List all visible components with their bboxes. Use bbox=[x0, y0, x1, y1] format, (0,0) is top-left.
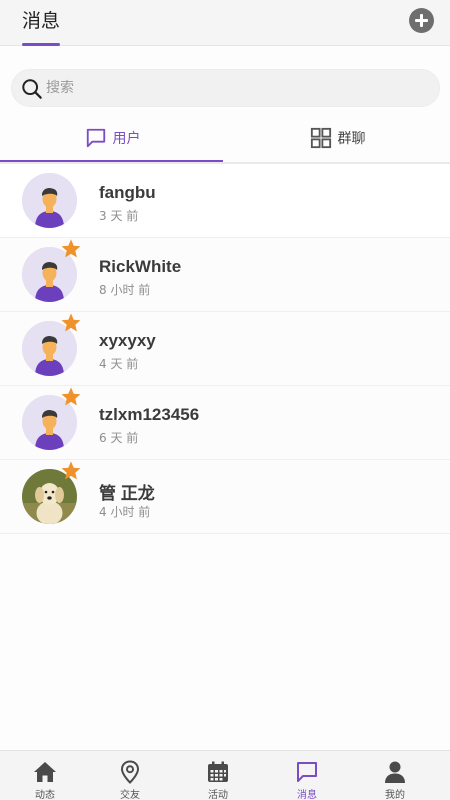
list-item[interactable]: fangbu 3 天 前 bbox=[0, 164, 450, 238]
nav-item-messages[interactable]: 消息 bbox=[262, 751, 352, 800]
list-item[interactable]: tzlxm123456 6 天 前 bbox=[0, 386, 450, 460]
tab-groups[interactable]: 群聊 bbox=[225, 114, 450, 162]
last-active-time: 3 天 前 bbox=[99, 209, 139, 223]
tab-users-label: 用户 bbox=[112, 131, 141, 147]
contact-name: RickWhite bbox=[99, 257, 182, 276]
search-input[interactable] bbox=[46, 70, 426, 106]
list-item[interactable]: 管 正龙 4 小时 前 bbox=[0, 460, 450, 534]
avatar bbox=[22, 173, 77, 228]
search-bar[interactable] bbox=[11, 69, 440, 107]
star-icon bbox=[61, 239, 81, 258]
contact-name: fangbu bbox=[99, 183, 156, 202]
calendar-icon bbox=[208, 761, 228, 782]
contact-name: 管 正龙 bbox=[99, 484, 155, 503]
home-icon bbox=[34, 762, 56, 782]
search-icon bbox=[22, 79, 42, 99]
location-pin-icon bbox=[120, 760, 140, 784]
nav-label: 活动 bbox=[208, 790, 228, 800]
nav-item-activities[interactable]: 活动 bbox=[173, 751, 263, 800]
list-item[interactable]: RickWhite 8 小时 前 bbox=[0, 238, 450, 312]
grid-icon bbox=[310, 127, 331, 149]
person-icon bbox=[385, 761, 405, 783]
contact-name: xyxyxy bbox=[99, 331, 156, 350]
last-active-time: 6 天 前 bbox=[99, 431, 139, 445]
nav-label: 消息 bbox=[297, 790, 317, 800]
nav-item-feed[interactable]: 动态 bbox=[0, 751, 90, 800]
last-active-time: 4 小时 前 bbox=[99, 505, 151, 519]
nav-label: 我的 bbox=[385, 790, 405, 800]
plus-circle-icon[interactable] bbox=[409, 8, 434, 33]
page-title: 消息 bbox=[22, 10, 61, 32]
nav-item-profile[interactable]: 我的 bbox=[350, 751, 440, 800]
list-item[interactable]: xyxyxy 4 天 前 bbox=[0, 312, 450, 386]
default-avatar-icon bbox=[22, 173, 77, 228]
conversation-list: fangbu 3 天 前 RickWhite 8 小时 前 xyxyxy 4 天… bbox=[0, 164, 450, 534]
nav-label: 交友 bbox=[120, 790, 140, 800]
bottom-nav: 动态 交友 活动 消息 我的 bbox=[0, 750, 450, 800]
title-underline bbox=[22, 43, 60, 46]
top-bar: 消息 bbox=[0, 0, 450, 46]
nav-label: 动态 bbox=[35, 790, 55, 800]
last-active-time: 4 天 前 bbox=[99, 357, 139, 371]
star-icon bbox=[61, 313, 81, 332]
tab-users[interactable]: 用户 bbox=[0, 114, 225, 162]
star-icon bbox=[61, 387, 81, 406]
tab-active-indicator bbox=[0, 160, 223, 162]
contact-name: tzlxm123456 bbox=[99, 405, 200, 424]
nav-item-friends[interactable]: 交友 bbox=[85, 751, 175, 800]
star-icon bbox=[61, 461, 81, 480]
chat-bubble-icon bbox=[297, 762, 317, 782]
last-active-time: 8 小时 前 bbox=[99, 283, 151, 297]
tab-groups-label: 群聊 bbox=[337, 131, 366, 147]
chat-bubble-icon bbox=[86, 128, 105, 148]
tab-bar: 用户 群聊 bbox=[0, 114, 450, 164]
